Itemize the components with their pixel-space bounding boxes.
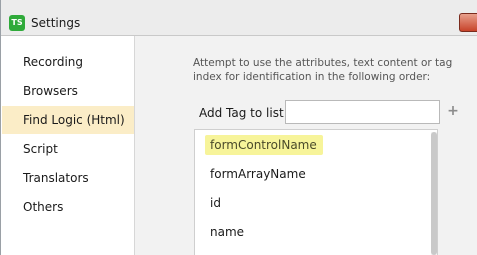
tag-list-scrollbar-thumb[interactable] xyxy=(431,132,437,255)
tag-order-list: formControlName formArrayName id name xyxy=(194,129,438,255)
sidebar-item-others[interactable]: Others xyxy=(2,193,134,221)
sidebar-item-recording[interactable]: Recording xyxy=(2,48,134,76)
list-item-form-array-name[interactable]: formArrayName xyxy=(205,164,312,184)
list-item-form-control-name[interactable]: formControlName xyxy=(205,135,323,155)
find-logic-panel: Attempt to use the attributes, text cont… xyxy=(135,36,477,255)
plus-icon[interactable]: + xyxy=(447,103,459,119)
window-title: Settings xyxy=(31,16,81,30)
app-icon: TS xyxy=(9,15,25,31)
list-item-name[interactable]: name xyxy=(205,222,250,242)
settings-window: TS Settings Recording Browsers Find Logi… xyxy=(0,0,477,255)
add-tag-label: Add Tag to list: xyxy=(199,106,288,120)
sidebar-item-find-logic[interactable]: Find Logic (Html) xyxy=(2,106,134,134)
settings-sidebar: Recording Browsers Find Logic (Html) Scr… xyxy=(2,36,135,255)
sidebar-item-script[interactable]: Script xyxy=(2,135,134,163)
sidebar-item-translators[interactable]: Translators xyxy=(2,164,134,192)
close-button[interactable] xyxy=(459,13,477,32)
find-logic-description: Attempt to use the attributes, text cont… xyxy=(193,57,453,83)
title-bar: TS Settings xyxy=(1,0,477,36)
sidebar-item-browsers[interactable]: Browsers xyxy=(2,77,134,105)
add-tag-input[interactable] xyxy=(285,100,440,124)
list-item-id[interactable]: id xyxy=(205,193,227,213)
